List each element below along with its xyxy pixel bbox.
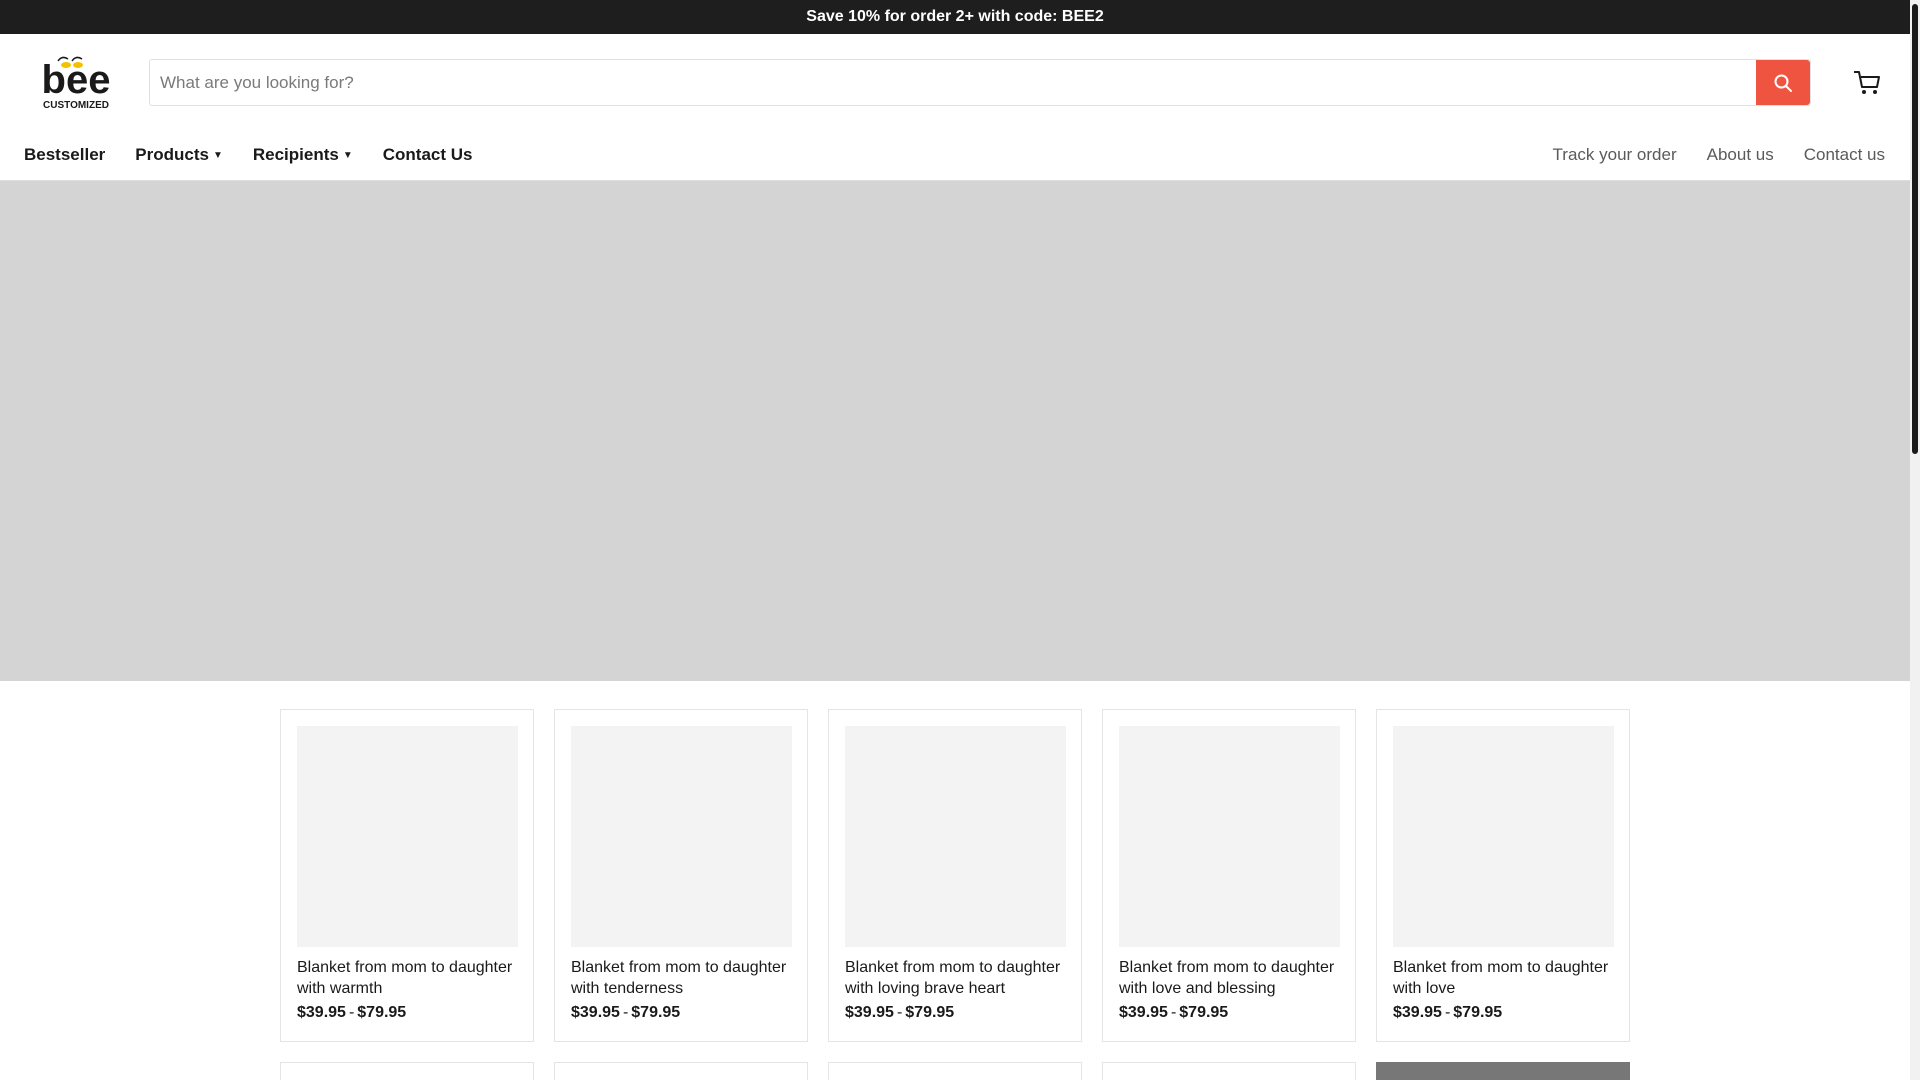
product-title[interactable]: Blanket from mom to daughter with warmth: [297, 957, 522, 999]
product-image[interactable]: [1119, 726, 1340, 947]
product-price: $39.95- $79.95: [1119, 1004, 1228, 1022]
product-title[interactable]: Blanket from mom to daughter with loving…: [845, 957, 1070, 999]
price-separator: -: [622, 1004, 629, 1021]
nav-link-track-order[interactable]: Track your order: [1553, 145, 1677, 165]
price-min: $39.95: [1393, 1004, 1442, 1021]
product-title[interactable]: Blanket from mom to daughter with tender…: [571, 957, 796, 999]
price-max: $79.95: [1179, 1004, 1229, 1021]
page: Save 10% for order 2+ with code: BEE2 be…: [0, 0, 1910, 1080]
product-image[interactable]: [297, 726, 518, 947]
search-button[interactable]: [1756, 60, 1810, 105]
chevron-down-icon: ▼: [212, 149, 223, 161]
price-min: $39.95: [571, 1004, 620, 1021]
main-navigation: Bestseller Products ▼ Recipients ▼ Contact…: [0, 130, 1910, 181]
nav-link-about-us[interactable]: About us: [1707, 145, 1774, 165]
nav-item-label: Recipients: [252, 145, 339, 164]
price-separator: -: [1170, 1004, 1177, 1021]
nav-item-label: Bestseller: [24, 145, 106, 164]
chevron-down-icon: ▼: [342, 149, 353, 161]
product-title[interactable]: Blanket from mom to daughter with love a…: [1119, 957, 1344, 999]
nav-item-bestseller[interactable]: Bestseller: [24, 145, 105, 165]
price-max: $79.95: [631, 1004, 681, 1021]
announcement-text: Save 10% for order 2+ with code: BEE2: [806, 8, 1104, 25]
price-separator: -: [896, 1004, 903, 1021]
page-scrollbar[interactable]: [1910, 0, 1920, 1080]
nav-item-recipients[interactable]: Recipients ▼: [253, 145, 353, 165]
product-image[interactable]: [1393, 726, 1614, 947]
price-separator: -: [1444, 1004, 1451, 1021]
scrollbar-thumb[interactable]: [1912, 4, 1918, 454]
site-header: bee CUSTOMIZED: [0, 34, 1910, 130]
search-input[interactable]: [150, 60, 1756, 105]
price-min: $39.95: [297, 1004, 346, 1021]
product-card[interactable]: [554, 1062, 808, 1080]
product-card[interactable]: Blanket from mom to daughter with warmth…: [280, 709, 534, 1042]
site-logo[interactable]: bee CUSTOMIZED: [28, 55, 124, 111]
product-price: $39.95- $79.95: [297, 1004, 406, 1022]
nav-link-contact-us[interactable]: Contact us: [1804, 145, 1885, 165]
price-max: $79.95: [1453, 1004, 1503, 1021]
product-card[interactable]: [1102, 1062, 1356, 1080]
nav-item-label: Products: [135, 145, 209, 164]
price-min: $39.95: [1119, 1004, 1168, 1021]
logo-wordmark: bee: [42, 58, 111, 102]
price-separator: -: [348, 1004, 355, 1021]
product-image[interactable]: [845, 726, 1066, 947]
product-price: $39.95- $79.95: [571, 1004, 680, 1022]
cart-icon: [1854, 71, 1880, 94]
product-card[interactable]: [280, 1062, 534, 1080]
product-card[interactable]: [828, 1062, 1082, 1080]
nav-item-label: Contact Us: [382, 145, 473, 164]
primary-menu: Bestseller Products ▼ Recipients ▼ Contact…: [24, 130, 503, 180]
secondary-menu: Track your order About us Contact us: [1523, 130, 1885, 180]
hero-banner[interactable]: [0, 181, 1910, 681]
search-bar: [149, 59, 1811, 106]
product-card[interactable]: [1376, 1062, 1630, 1080]
product-card[interactable]: Blanket from mom to daughter with love a…: [1102, 709, 1356, 1042]
product-image[interactable]: [571, 726, 792, 947]
announcement-bar: Save 10% for order 2+ with code: BEE2: [0, 0, 1910, 34]
bee-logo-icon: bee CUSTOMIZED: [42, 56, 111, 111]
price-max: $79.95: [357, 1004, 407, 1021]
product-price: $39.95- $79.95: [1393, 1004, 1502, 1022]
product-title[interactable]: Blanket from mom to daughter with love: [1393, 957, 1618, 999]
price-min: $39.95: [845, 1004, 894, 1021]
product-price: $39.95- $79.95: [845, 1004, 954, 1022]
product-card[interactable]: Blanket from mom to daughter with loving…: [828, 709, 1082, 1042]
product-card[interactable]: Blanket from mom to daughter with love $…: [1376, 709, 1630, 1042]
search-icon: [1774, 74, 1792, 92]
product-card[interactable]: Blanket from mom to daughter with tender…: [554, 709, 808, 1042]
logo-subtext: CUSTOMIZED: [43, 100, 109, 111]
price-max: $79.95: [905, 1004, 955, 1021]
nav-item-contact-us[interactable]: Contact Us: [383, 145, 473, 165]
cart-button[interactable]: [1852, 69, 1882, 97]
nav-item-products[interactable]: Products ▼: [135, 145, 223, 165]
